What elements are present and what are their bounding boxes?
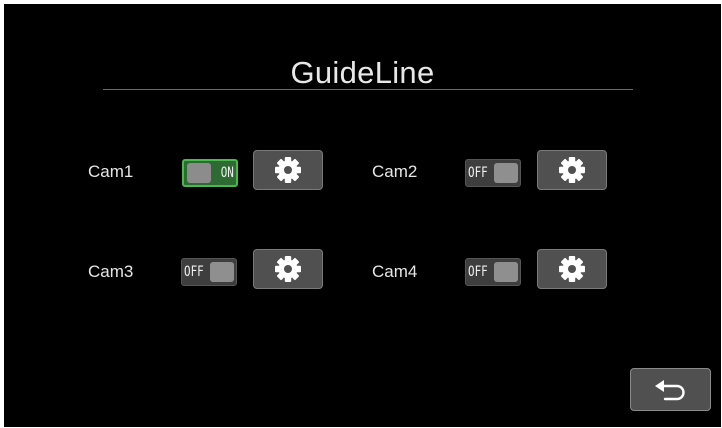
gear-icon (559, 157, 585, 183)
guideline-screen: GuideLine Cam1 ON Cam2 OFF Cam3 OFF Cam4… (4, 4, 721, 427)
cam4-settings-button[interactable] (537, 249, 607, 289)
back-button[interactable] (630, 368, 711, 411)
gear-icon (559, 256, 585, 282)
cam1-settings-button[interactable] (253, 150, 323, 190)
cam2-toggle[interactable]: OFF (465, 159, 521, 187)
toggle-state-text: ON (220, 165, 234, 181)
cam1-label: Cam1 (88, 162, 134, 181)
return-arrow-icon (654, 379, 685, 400)
gear-icon (275, 157, 301, 183)
cam3-toggle[interactable]: OFF (181, 258, 237, 286)
toggle-knob (494, 163, 518, 183)
cam4-label: Cam4 (372, 262, 418, 281)
toggle-state-text: OFF (468, 165, 488, 181)
page-title: GuideLine (290, 55, 435, 90)
cam3-label: Cam3 (88, 262, 134, 281)
toggle-knob (494, 262, 518, 282)
toggle-knob (210, 262, 234, 282)
title-divider (103, 89, 633, 90)
cam4-toggle[interactable]: OFF (465, 258, 521, 286)
cam2-label: Cam2 (372, 162, 418, 181)
cam1-toggle[interactable]: ON (182, 159, 238, 187)
toggle-knob (187, 163, 211, 183)
toggle-state-text: OFF (468, 264, 488, 280)
cam3-settings-button[interactable] (253, 249, 323, 289)
gear-icon (275, 256, 301, 282)
cam2-settings-button[interactable] (537, 150, 607, 190)
toggle-state-text: OFF (184, 264, 204, 280)
